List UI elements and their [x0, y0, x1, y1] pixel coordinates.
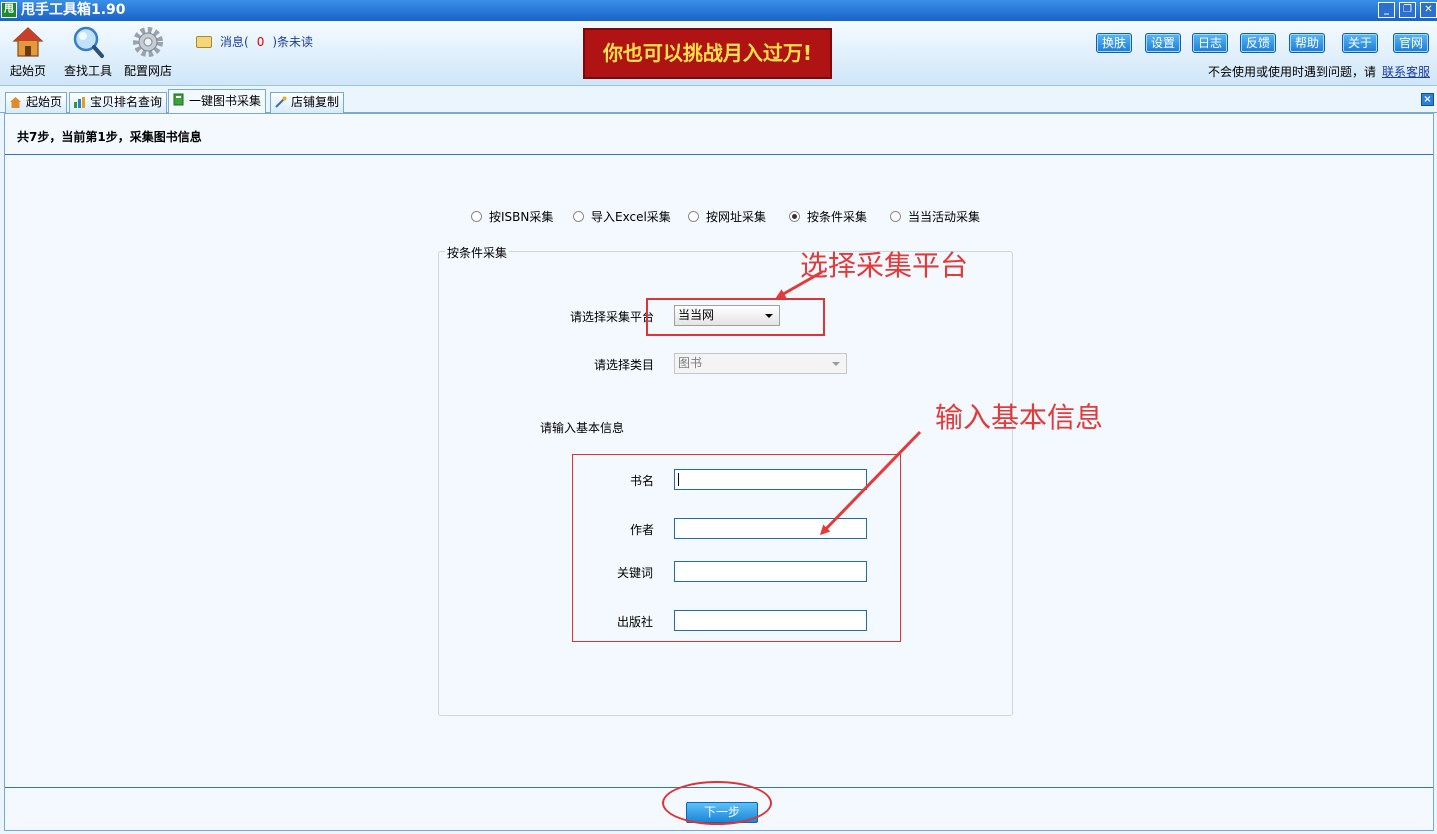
brush-icon	[275, 96, 287, 108]
next-button-highlight-ellipse	[662, 781, 772, 825]
radio-url-label: 按网址采集	[706, 210, 767, 224]
feedback-button[interactable]: 反馈	[1240, 33, 1277, 53]
restore-button[interactable]: ❐	[1399, 2, 1416, 18]
chevron-down-icon	[832, 362, 840, 366]
radio-dangdang-event[interactable]: 当当活动采集	[890, 208, 980, 225]
annotation-select-platform: 选择采集平台	[800, 249, 969, 282]
tool-configure-shop-label: 配置网店	[123, 64, 172, 78]
radio-condition-indicator	[789, 211, 800, 222]
home-icon	[10, 97, 21, 108]
message-link[interactable]: 消息( 0 )条未读	[196, 33, 313, 50]
about-button[interactable]: 关于	[1342, 33, 1379, 53]
radio-excel-indicator	[573, 211, 584, 222]
category-select-value: 图书	[678, 356, 703, 370]
minimize-button[interactable]: _	[1378, 2, 1395, 18]
help-hint-text: 不会使用或使用时遇到问题，请	[1207, 65, 1376, 79]
tab-start-page[interactable]: 起始页	[5, 92, 68, 113]
radio-url-indicator	[688, 211, 699, 222]
close-tab-icon[interactable]: ×	[1421, 93, 1434, 106]
message-count: 0	[256, 35, 265, 49]
title-bar: 甩 甩手工具箱1.90 _ ❐ ✕	[0, 0, 1437, 21]
tool-home[interactable]: 起始页	[0, 25, 56, 81]
radio-condition-label: 按条件采集	[807, 210, 868, 224]
settings-button[interactable]: 设置	[1145, 33, 1182, 53]
category-label: 请选择类目	[594, 358, 655, 372]
window-title: 甩手工具箱1.90	[21, 2, 126, 18]
tool-search[interactable]: 查找工具	[60, 25, 116, 81]
tab-shop-copy[interactable]: 店铺复制	[270, 92, 345, 113]
magnifier-icon	[73, 26, 104, 58]
log-button[interactable]: 日志	[1192, 33, 1229, 53]
basic-info-highlight-box	[572, 454, 901, 642]
tab-book-collect[interactable]: 一键图书采集	[168, 89, 267, 114]
tool-configure-shop[interactable]: 配置网店	[120, 25, 176, 81]
tab-label: 一键图书采集	[189, 94, 262, 108]
radio-excel-label: 导入Excel采集	[591, 210, 671, 224]
tab-rank-query[interactable]: 宝贝排名查询	[69, 92, 168, 113]
step-indicator: 共7步，当前第1步，采集图书信息	[17, 130, 202, 144]
radio-condition[interactable]: 按条件采集	[789, 208, 867, 225]
radio-dangdang-event-indicator	[890, 211, 901, 222]
groupbox-title: 按条件采集	[445, 244, 510, 261]
tool-home-label: 起始页	[9, 64, 46, 78]
promo-banner[interactable]: 你也可以挑战月入过万!	[583, 28, 832, 79]
radio-dangdang-event-label: 当当活动采集	[908, 210, 981, 224]
skin-button[interactable]: 换肤	[1096, 33, 1133, 53]
platform-label: 请选择采集平台	[570, 310, 655, 324]
bar-chart-icon	[74, 97, 85, 108]
radio-isbn[interactable]: 按ISBN采集	[471, 208, 553, 225]
message-prefix: 消息(	[220, 35, 249, 49]
help-button[interactable]: 帮助	[1289, 33, 1326, 53]
close-button[interactable]: ✕	[1420, 2, 1437, 18]
help-hint: 不会使用或使用时遇到问题，请 联系客服	[1208, 63, 1430, 80]
basic-info-label: 请输入基本信息	[540, 421, 625, 435]
website-button[interactable]: 官网	[1393, 33, 1430, 53]
tab-label: 店铺复制	[291, 95, 340, 109]
radio-isbn-indicator	[471, 211, 482, 222]
radio-url[interactable]: 按网址采集	[688, 208, 766, 225]
tool-search-label: 查找工具	[63, 64, 112, 78]
envelope-icon	[196, 36, 212, 48]
category-select: 图书	[674, 353, 847, 374]
platform-highlight-box	[646, 298, 825, 336]
tab-label: 起始页	[26, 95, 63, 109]
contact-support-link[interactable]: 联系客服	[1382, 65, 1430, 79]
radio-isbn-label: 按ISBN采集	[489, 210, 554, 224]
tab-label: 宝贝排名查询	[90, 95, 163, 109]
tab-bar: 起始页 宝贝排名查询 一键图书采集 店铺复制	[0, 87, 1437, 114]
book-icon	[173, 93, 184, 106]
annotation-enter-info: 输入基本信息	[935, 401, 1104, 434]
home-icon	[12, 27, 44, 57]
divider	[5, 154, 1433, 155]
app-logo-icon: 甩	[1, 2, 17, 18]
gear-icon	[133, 27, 163, 57]
radio-excel[interactable]: 导入Excel采集	[573, 208, 671, 225]
header-toolbar: 起始页 查找工具 配置网店 消息( 0 )条未读 你也可以挑战月入过万! 换肤 设置…	[0, 21, 1437, 86]
message-suffix: )条未读	[272, 35, 314, 49]
